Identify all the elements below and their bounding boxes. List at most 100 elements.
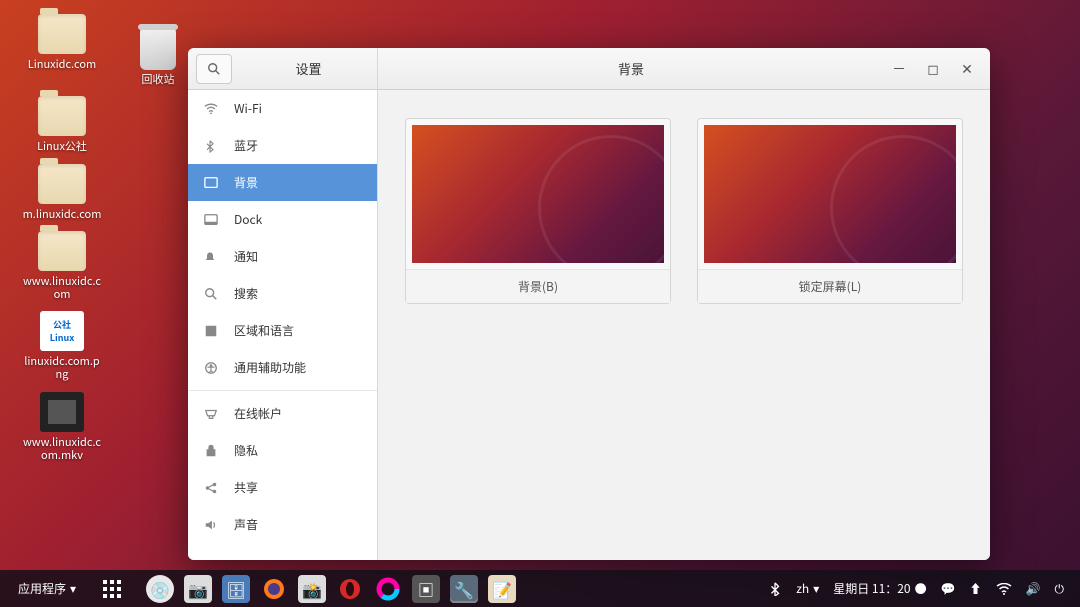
sidebar-label: 在线帐户 [234,405,282,422]
bluetooth-tray[interactable] [768,582,782,596]
search-button[interactable] [196,54,232,84]
background-content: 背景(B) 锁定屏幕(L) [378,90,990,560]
sidebar-label: 蓝牙 [234,137,258,154]
sidebar-label: 搜索 [234,285,258,302]
clock-tray[interactable]: 星期日 11：20 ● [833,580,926,597]
task-files[interactable]: 🗄 [222,575,250,603]
privacy-icon [204,444,220,458]
globe-icon [204,324,220,338]
sidebar-item-bluetooth[interactable]: 蓝牙 [188,127,377,164]
show-apps-button[interactable] [100,577,124,601]
updates-tray[interactable]: ⬆ [970,580,982,597]
task-screenshot[interactable]: 📷 [184,575,212,603]
sidebar-item-search[interactable]: 搜索 [188,275,377,312]
bluetooth-icon [768,582,782,596]
task-disks[interactable]: 💿 [146,575,174,603]
lang-label: zh [796,580,809,597]
wifi-icon [996,583,1012,595]
sidebar-item-accessibility[interactable]: 通用辅助功能 [188,349,377,386]
desktop-trash[interactable]: 回收站 [118,29,198,86]
network-tray[interactable] [996,583,1012,595]
background-card[interactable]: 背景(B) [405,118,671,304]
accounts-icon [204,407,220,421]
chevron-down-icon: ▾ [70,580,76,597]
bottom-panel: 应用程序 ▾ 💿 📷 🗄 📸 ▣ 🔧 📝 zh ▾ 星期日 11：20 ● 💬 … [0,570,1080,607]
sidebar-label: 共享 [234,479,258,496]
sidebar-item-privacy[interactable]: 隐私 [188,432,377,469]
icon-label: www.linuxidc.com.mkv [22,436,102,462]
sidebar-item-dock[interactable]: Dock [188,201,377,238]
panel-right: zh ▾ 星期日 11：20 ● 💬 ⬆ 🔊 ⏻ [768,580,1080,597]
sidebar-item-globe[interactable]: 区域和语言 [188,312,377,349]
sidebar-item-sound[interactable]: 声音 [188,506,377,543]
wifi-icon [204,102,220,116]
task-camera[interactable]: 📸 [298,575,326,603]
task-terminal[interactable]: ▣ [412,575,440,603]
sidebar-label: 声音 [234,516,258,533]
card-label: 锁定屏幕(L) [698,269,962,303]
notifications-tray[interactable]: 💬 [941,580,956,597]
applications-menu[interactable]: 应用程序 ▾ [12,576,82,601]
share-icon [204,481,220,495]
sidebar-item-background[interactable]: 背景 [188,164,377,201]
panel-left: 应用程序 ▾ 💿 📷 🗄 📸 ▣ 🔧 📝 [0,575,516,603]
task-opera[interactable] [336,575,364,603]
sidebar-item-wifi[interactable]: Wi-Fi [188,90,377,127]
close-button[interactable]: ✕ [952,55,982,83]
wallpaper-preview [704,125,956,263]
power-tray[interactable]: ⏻ [1055,580,1065,597]
folder-icon [38,164,86,204]
bell-icon [204,250,220,264]
dock-icon [204,213,220,227]
window-controls: － ◻ ✕ [884,48,990,89]
desktop-image-file[interactable]: 公社Linux linuxidc.com.png [22,311,102,381]
desktop-folder-mlinuxidc[interactable]: m.linuxidc.com [22,164,102,221]
desktop-video-file[interactable]: www.linuxidc.com.mkv [22,392,102,462]
maximize-button[interactable]: ◻ [918,55,948,83]
task-settings[interactable]: 🔧 [450,575,478,603]
icon-label: www.linuxidc.com [22,275,102,301]
folder-icon [38,96,86,136]
sidebar-item-bell[interactable]: 通知 [188,238,377,275]
sidebar-label: 隐私 [234,442,258,459]
taskbar: 💿 📷 🗄 📸 ▣ 🔧 📝 [146,575,516,603]
video-file-icon [38,392,86,432]
task-color[interactable] [374,575,402,603]
settings-window: 设置 背景 － ◻ ✕ Wi-Fi蓝牙背景Dock通知搜索区域和语言通用辅助功能… [188,48,990,560]
card-label: 背景(B) [406,269,670,303]
task-firefox[interactable] [260,575,288,603]
desktop-folder-wwwlinuxidc[interactable]: www.linuxidc.com [22,231,102,301]
clock-label: 星期日 11：20 [833,580,910,597]
icon-label: Linuxidc.com [22,58,102,71]
search-icon [207,62,221,76]
sidebar-item-share[interactable]: 共享 [188,469,377,506]
sidebar-label: 背景 [234,174,258,191]
sidebar-separator [188,390,377,391]
sidebar-label: 区域和语言 [234,322,294,339]
wallpaper-preview [412,125,664,263]
page-title: 背景 [378,48,884,89]
desktop-folder-linuxgongshe[interactable]: Linux公社 [22,96,102,153]
bluetooth-icon [204,139,220,153]
language-tray[interactable]: zh ▾ [796,580,819,597]
sidebar-item-accounts[interactable]: 在线帐户 [188,395,377,432]
sidebar-label: 通知 [234,248,258,265]
trash-icon [134,29,182,69]
sidebar-label: Dock [234,211,262,228]
icon-label: linuxidc.com.png [22,355,102,381]
settings-sidebar[interactable]: Wi-Fi 蓝牙背景 Dock 通知搜索区域和语言通用辅助功能在线帐户隐私共享声音 [188,90,378,560]
task-editor[interactable]: 📝 [488,575,516,603]
accessibility-icon [204,361,220,375]
sidebar-label: 通用辅助功能 [234,359,306,376]
desktop-folder-linuxidc[interactable]: Linuxidc.com [22,14,102,71]
icon-label: Linux公社 [22,140,102,153]
minimize-button[interactable]: － [884,55,914,83]
window-body: Wi-Fi 蓝牙背景 Dock 通知搜索区域和语言通用辅助功能在线帐户隐私共享声音 背… [188,90,990,560]
volume-tray[interactable]: 🔊 [1026,580,1041,597]
sound-icon [204,518,220,532]
folder-icon [38,14,86,54]
titlebar-left: 设置 [188,48,378,89]
icon-label: m.linuxidc.com [22,208,102,221]
lockscreen-card[interactable]: 锁定屏幕(L) [697,118,963,304]
titlebar[interactable]: 设置 背景 － ◻ ✕ [188,48,990,90]
